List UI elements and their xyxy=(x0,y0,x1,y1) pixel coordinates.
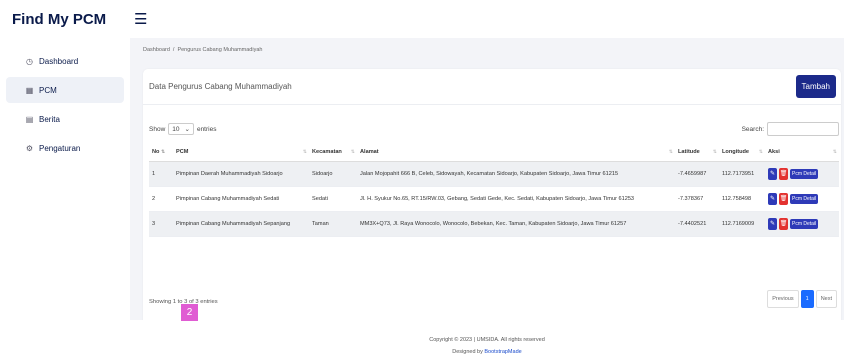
add-button[interactable]: Tambah xyxy=(795,75,836,98)
sidebar: ◷ Dashboard ▦ PCM ▤ Berita ⚙ Pengaturan xyxy=(0,38,130,360)
trash-icon[interactable]: 🗑 xyxy=(779,167,788,180)
header-longitude[interactable]: Longitude ⇅ xyxy=(719,144,765,162)
page-footer: Copyright © 2023 | UMSIDA. All rights re… xyxy=(130,320,844,360)
cell-pcm: Pimpinan Daerah Muhammadiyah Sidoarjo xyxy=(173,161,309,187)
search-label: Search: xyxy=(741,125,764,133)
chevron-down-icon: ⌄ xyxy=(184,126,190,133)
edit-icon[interactable]: ✎ xyxy=(768,217,777,230)
header-aksi[interactable]: Aksi ⇅ xyxy=(765,144,839,162)
cell-longitude: 112.758498 xyxy=(719,186,765,212)
sidebar-item-label: PCM xyxy=(39,85,57,95)
pcm-detail-button[interactable]: Pcm Detail xyxy=(790,193,819,204)
breadcrumb-current: Pengurus Cabang Muhammadiyah xyxy=(177,47,263,53)
card-header: Data Pengurus Cabang Muhammadiyah Tambah xyxy=(143,69,841,105)
cell-longitude: 112.7173951 xyxy=(719,161,765,187)
cell-aksi: ✎ 🗑 Pcm Detail xyxy=(765,186,839,212)
breadcrumb: Dashboard / Pengurus Cabang Muhammadiyah xyxy=(143,47,262,53)
sidebar-item-dashboard[interactable]: ◷ Dashboard xyxy=(6,48,124,74)
page-size-select[interactable]: 10 ⌄ xyxy=(168,123,194,135)
hamburger-icon[interactable]: ☰ xyxy=(134,10,147,28)
header-pcm[interactable]: PCM ⇅ xyxy=(173,144,309,162)
cell-no: 2 xyxy=(149,186,173,212)
cell-alamat: Jalan Mojopahit 666 B, Celeb, Sidowayah,… xyxy=(357,161,675,187)
table-row: 2 Pimpinan Cabang Muhammadiyah Sedati Se… xyxy=(149,186,839,212)
pcm-table: No ⇅ PCM ⇅ Kecamatan ⇅ Alamat ⇅ Latitude ⇅ L… xyxy=(149,144,839,237)
entries-label: entries xyxy=(196,125,217,133)
edit-icon[interactable]: ✎ xyxy=(768,167,777,180)
top-bar: Find My PCM ☰ xyxy=(0,0,844,38)
table-row: 3 Pimpinan Cabang Muhammadiyah Sepanjang… xyxy=(149,211,839,237)
cell-alamat: MM3X+Q73, Jl. Raya Wonocolo, Wonocolo, B… xyxy=(357,211,675,237)
cell-kecamatan: Taman xyxy=(309,211,357,237)
table-header-row: No ⇅ PCM ⇅ Kecamatan ⇅ Alamat ⇅ Latitude ⇅ L… xyxy=(149,144,839,162)
cell-kecamatan: Sidoarjo xyxy=(309,161,357,187)
pcm-detail-button[interactable]: Pcm Detail xyxy=(790,218,819,229)
sidebar-item-label: Dashboard xyxy=(39,56,79,66)
cell-latitude: -7.4402521 xyxy=(675,211,719,237)
breadcrumb-home[interactable]: Dashboard xyxy=(143,47,170,53)
next-button[interactable]: Next xyxy=(815,290,837,308)
clock-icon: ◷ xyxy=(26,56,33,66)
cell-no: 1 xyxy=(149,161,173,187)
cell-pcm: Pimpinan Cabang Muhammadiyah Sepanjang xyxy=(173,211,309,237)
edit-icon[interactable]: ✎ xyxy=(768,192,777,205)
cell-aksi: ✎ 🗑 Pcm Detail xyxy=(765,211,839,237)
sidebar-item-pcm[interactable]: ▦ PCM xyxy=(6,77,124,103)
cell-aksi: ✎ 🗑 Pcm Detail xyxy=(765,161,839,187)
sidebar-item-pengaturan[interactable]: ⚙ Pengaturan xyxy=(6,135,124,161)
designed-by-text: Designed by BootstrapMade xyxy=(452,349,522,355)
trash-icon[interactable]: 🗑 xyxy=(779,192,788,205)
cell-no: 3 xyxy=(149,211,173,237)
copyright-text: Copyright © 2023 | UMSIDA. All rights re… xyxy=(429,337,545,343)
credit-link[interactable]: BootstrapMade xyxy=(484,349,521,355)
show-label: Show xyxy=(149,125,166,133)
gear-icon: ⚙ xyxy=(25,143,34,153)
table-row: 1 Pimpinan Daerah Muhammadiyah Sidoarjo … xyxy=(149,161,839,187)
sidebar-item-berita[interactable]: ▤ Berita xyxy=(6,106,124,132)
pcm-detail-button[interactable]: Pcm Detail xyxy=(790,168,819,179)
cell-latitude: -7.4659987 xyxy=(675,161,719,187)
cell-kecamatan: Sedati xyxy=(309,186,357,212)
cell-latitude: -7.378367 xyxy=(675,186,719,212)
header-latitude[interactable]: Latitude ⇅ xyxy=(675,144,719,162)
newspaper-icon: ▤ xyxy=(25,114,34,124)
card-title: Data Pengurus Cabang Muhammadiyah xyxy=(149,82,292,91)
header-alamat[interactable]: Alamat ⇅ xyxy=(357,144,675,162)
page-size-value: 10 xyxy=(172,125,180,133)
page-1-button[interactable]: 1 xyxy=(800,290,814,308)
main-content: Dashboard / Pengurus Cabang Muhammadiyah D… xyxy=(130,38,844,360)
cell-pcm: Pimpinan Cabang Muhammadiyah Sedati xyxy=(173,186,309,212)
table-controls: Show 10 ⌄ entries Search: xyxy=(149,122,839,136)
sidebar-item-label: Berita xyxy=(39,114,60,124)
breadcrumb-separator: / xyxy=(172,47,175,53)
brand-logo[interactable]: Find My PCM xyxy=(0,11,130,28)
previous-button[interactable]: Previous xyxy=(767,290,799,308)
header-no[interactable]: No ⇅ xyxy=(149,144,173,162)
data-card: Data Pengurus Cabang Muhammadiyah Tambah… xyxy=(143,69,841,329)
sidebar-item-label: Pengaturan xyxy=(39,143,81,153)
search-input[interactable] xyxy=(767,122,839,136)
pagination: Previous 1 Next xyxy=(767,290,837,308)
building-icon: ▦ xyxy=(25,85,34,95)
cell-alamat: Jl. H. Syukur No.65, RT.15/RW.03, Gebang… xyxy=(357,186,675,212)
header-kecamatan[interactable]: Kecamatan ⇅ xyxy=(309,144,357,162)
trash-icon[interactable]: 🗑 xyxy=(779,217,788,230)
floating-badge: 2 xyxy=(181,304,198,321)
cell-longitude: 112.7169009 xyxy=(719,211,765,237)
